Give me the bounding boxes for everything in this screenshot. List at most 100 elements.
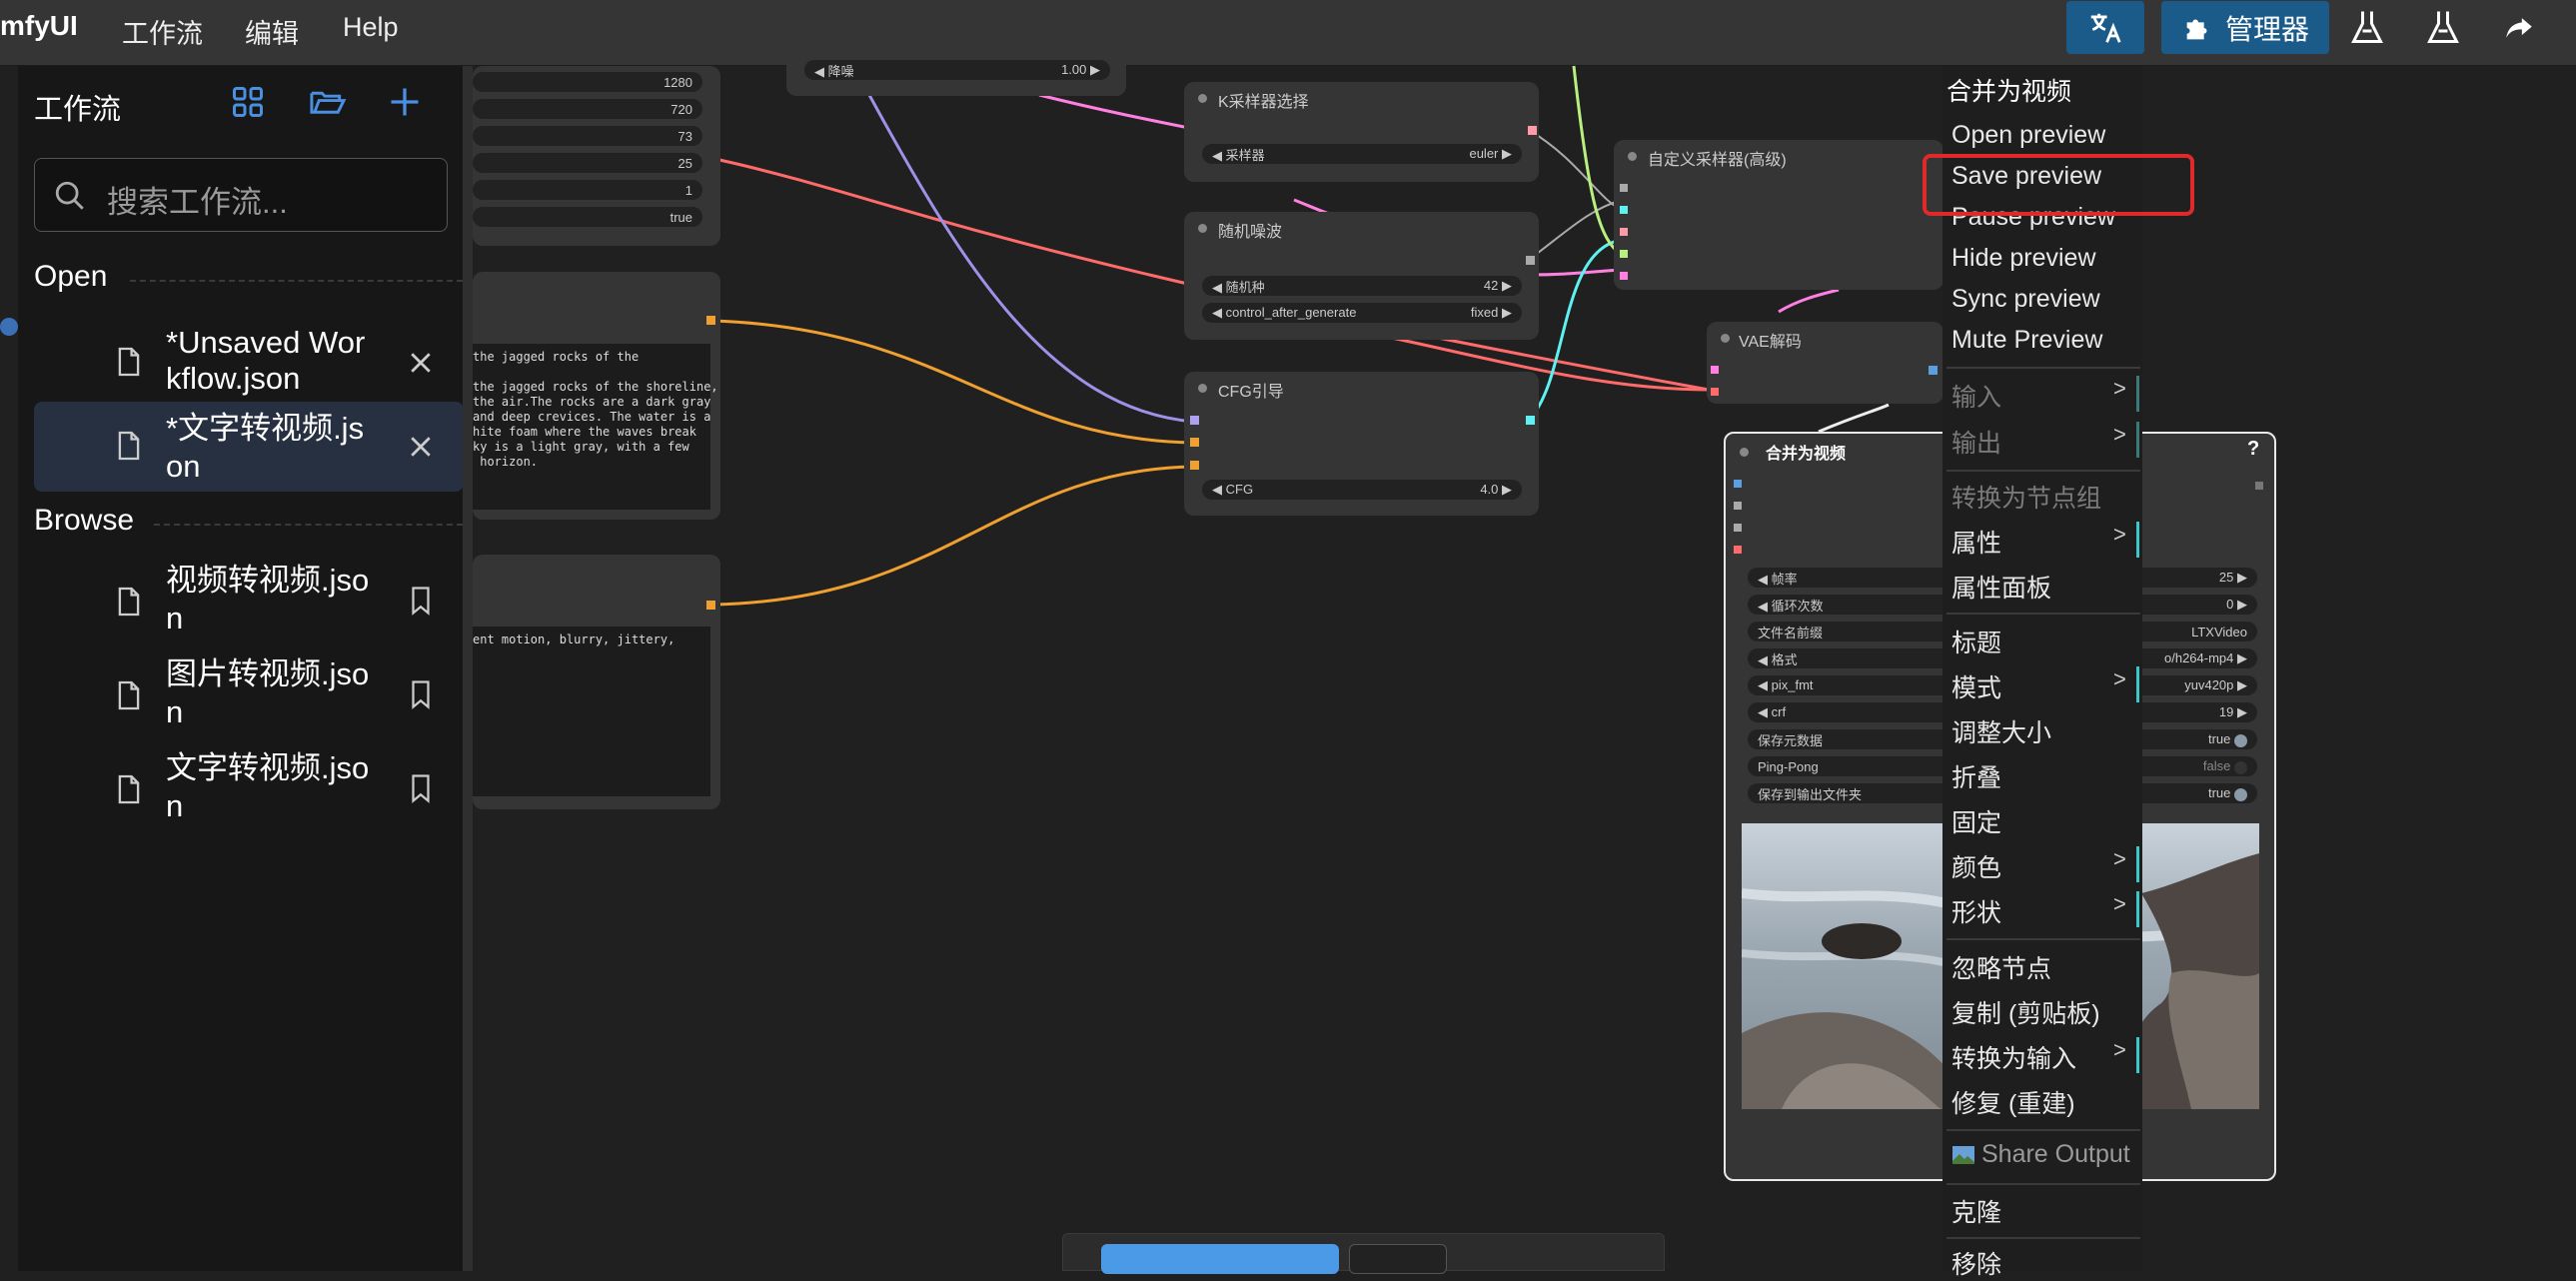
open-item-text-to-video[interactable]: *文字转视频.js on (34, 402, 464, 492)
menu-item-share-output[interactable]: Share Output (1951, 1140, 2130, 1169)
bookmark-icon[interactable] (408, 679, 434, 709)
output-dot[interactable] (706, 316, 715, 325)
menu-item-input[interactable]: 输入 (1951, 378, 2001, 414)
denoise-widget[interactable]: ◀ 降噪 1.00 ▶ (804, 60, 1110, 80)
input-dot[interactable] (1620, 272, 1628, 280)
item-name-line2: n (166, 694, 184, 729)
output-dot[interactable] (1526, 256, 1535, 265)
seed-widget[interactable]: ◀ 随机种 42 ▶ (1202, 276, 1522, 296)
search-icon (55, 181, 84, 210)
close-icon[interactable] (406, 348, 436, 378)
input-dot[interactable] (1190, 461, 1199, 470)
menu-item-shape[interactable]: 形状 (1951, 893, 2001, 929)
input-dot[interactable] (1734, 480, 1742, 488)
negative-prompt-node[interactable]: ent motion, blurry, jittery, (473, 555, 720, 809)
add-workflow-icon[interactable] (387, 84, 423, 125)
menu-item-mute-preview[interactable]: Mute Preview (1951, 326, 2102, 355)
input-dot[interactable] (1711, 388, 1719, 396)
sidebar-resize-handle[interactable] (463, 66, 473, 1271)
output-dot[interactable] (706, 601, 715, 610)
prompt-textarea[interactable]: the jagged rocks of the the jagged rocks… (473, 344, 718, 510)
submenu-indicator (2136, 846, 2139, 882)
menu-item-output[interactable]: 输出 (1951, 424, 2001, 460)
menu-item-color[interactable]: 颜色 (1951, 848, 2001, 884)
node-title: K采样器选择 (1218, 94, 1309, 111)
submenu-arrow: > (2113, 522, 2126, 547)
bookmark-icon[interactable] (408, 773, 434, 803)
custom-sampler-node[interactable]: 自定义采样器(高级) (1614, 140, 1943, 290)
output-dot[interactable] (1526, 416, 1535, 425)
widget-toggle[interactable]: true (473, 207, 702, 227)
node-title: CFG引导 (1218, 384, 1284, 401)
vae-output-dot[interactable] (1929, 366, 1937, 375)
node-dot (1198, 224, 1207, 233)
control-after-generate-widget[interactable]: ◀ control_after_generate fixed ▶ (1202, 303, 1522, 323)
menu-item-clone[interactable]: 克隆 (1951, 1193, 2001, 1229)
close-icon[interactable] (406, 432, 436, 462)
input-dot[interactable] (1734, 524, 1742, 532)
menu-item-fix-rebuild[interactable]: 修复 (重建) (1951, 1084, 2075, 1120)
input-dot[interactable] (1620, 184, 1628, 192)
menu-item-properties-panel[interactable]: 属性面板 (1951, 569, 2051, 605)
neg-textarea[interactable]: ent motion, blurry, jittery, (473, 627, 710, 796)
widget-height[interactable]: 720 (473, 99, 702, 119)
toggle-off[interactable] (2234, 760, 2247, 774)
widget-fps[interactable]: 25 (473, 153, 702, 173)
bookmark-icon[interactable] (408, 586, 434, 616)
open-item-unsaved[interactable]: *Unsaved Wor kflow.json (34, 318, 464, 408)
input-dot[interactable] (1190, 416, 1199, 425)
workflow-search-input[interactable]: 搜索工作流... (34, 158, 448, 232)
help-icon[interactable]: ? (2247, 438, 2259, 461)
widget-batch[interactable]: 1 (473, 180, 702, 200)
input-dot[interactable] (1190, 438, 1199, 447)
input-dot[interactable] (1711, 366, 1719, 374)
menu-item-remove[interactable]: 移除 (1951, 1245, 2001, 1281)
input-dot[interactable] (1620, 250, 1628, 258)
file-icon (118, 347, 140, 377)
input-dot[interactable] (1734, 502, 1742, 510)
menu-item-sync-preview[interactable]: Sync preview (1951, 285, 2100, 314)
denoise-node[interactable]: ◀ 降噪 1.00 ▶ (786, 52, 1126, 96)
input-dot[interactable] (1734, 546, 1742, 554)
item-name-line1: 视频转视频.jso (166, 563, 370, 598)
grid-view-icon[interactable] (230, 84, 266, 125)
sampler-widget[interactable]: ◀ 采样器 euler ▶ (1202, 144, 1522, 164)
menu-item-mode[interactable]: 模式 (1951, 668, 2001, 704)
node-dot (1740, 448, 1749, 457)
node-title: 合并为视频 (1766, 446, 1847, 463)
menu-item-properties[interactable]: 属性 (1951, 524, 2001, 560)
menu-item-pin[interactable]: 固定 (1951, 803, 2001, 839)
menu-item-convert-group[interactable]: 转换为节点组 (1951, 479, 2101, 515)
menu-item-copy-clipboard[interactable]: 复制 (剪贴板) (1951, 994, 2100, 1030)
menu-item-open-preview[interactable]: Open preview (1951, 121, 2105, 150)
cfg-widget[interactable]: ◀ CFG 4.0 ▶ (1202, 480, 1522, 500)
output-dot[interactable] (2255, 482, 2263, 490)
widget-width[interactable]: 1280 (473, 72, 702, 92)
menu-item-collapse[interactable]: 折叠 (1951, 758, 2001, 794)
menu-item-bypass[interactable]: 忽略节点 (1951, 949, 2051, 985)
sidebar-collapse-handle[interactable] (0, 318, 18, 336)
queue-button[interactable] (1101, 1244, 1339, 1274)
menu-item-resize[interactable]: 调整大小 (1951, 713, 2051, 749)
input-dot[interactable] (1620, 228, 1628, 236)
browse-item-image-to-video[interactable]: 图片转视频.jso n (34, 655, 464, 745)
batch-count[interactable] (1349, 1244, 1447, 1274)
menu-item-title[interactable]: 标题 (1951, 624, 2001, 659)
toggle-on[interactable] (2234, 733, 2247, 747)
cfg-guide-node[interactable]: CFG引导 ◀ CFG 4.0 ▶ (1184, 372, 1539, 516)
submenu-arrow: > (2113, 666, 2126, 691)
ksampler-select-node[interactable]: K采样器选择 ◀ 采样器 euler ▶ (1184, 82, 1539, 182)
widget-length[interactable]: 73 (473, 126, 702, 146)
menu-item-convert-input[interactable]: 转换为输入 (1951, 1039, 2076, 1075)
browse-item-text-to-video[interactable]: 文字转视频.jso n (34, 749, 464, 839)
random-noise-node[interactable]: 随机噪波 ◀ 随机种 42 ▶ ◀ control_after_generate… (1184, 212, 1539, 340)
vae-decode-node[interactable]: VAE解码 (1707, 322, 1943, 404)
toggle-on[interactable] (2234, 787, 2247, 801)
positive-prompt-node[interactable]: the jagged rocks of the the jagged rocks… (473, 272, 720, 520)
input-dot[interactable] (1620, 206, 1628, 214)
output-dot[interactable] (1528, 126, 1537, 135)
browse-item-video-to-video[interactable]: 视频转视频.jso n (34, 562, 464, 651)
latent-size-node[interactable]: 1280 720 73 25 1 true (473, 66, 720, 246)
folder-open-icon[interactable] (309, 84, 347, 125)
menu-item-hide-preview[interactable]: Hide preview (1951, 244, 2096, 273)
